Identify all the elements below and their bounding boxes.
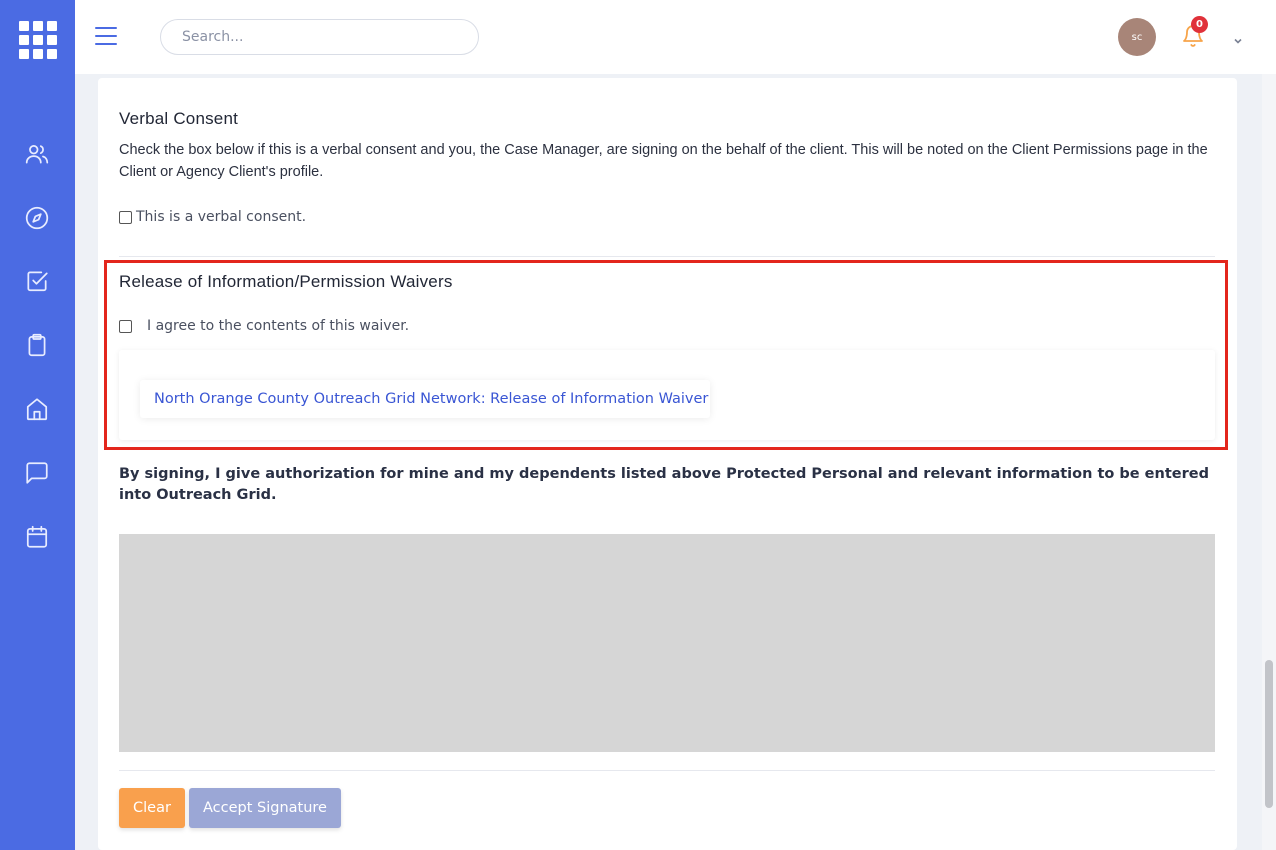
release-title: Release of Information/Permission Waiver… [119,272,453,291]
users-icon[interactable] [24,141,50,167]
clipboard-icon[interactable] [24,332,50,358]
verbal-consent-label: This is a verbal consent. [136,209,307,225]
checkbox-icon[interactable] [24,268,50,294]
waiver-document-link[interactable]: North Orange County Outreach Grid Networ… [140,380,710,418]
verbal-consent-checkbox[interactable] [119,211,132,224]
clear-button[interactable]: Clear [119,788,185,828]
avatar-initials: sc [1131,31,1143,43]
signature-pad[interactable] [119,534,1215,752]
search-input[interactable] [160,19,479,55]
avatar[interactable]: sc [1118,18,1156,56]
menu-toggle-icon[interactable] [95,27,117,45]
compass-icon[interactable] [24,205,50,231]
authorization-statement: By signing, I give authorization for min… [119,466,1209,503]
verbal-consent-description: Check the box below if this is a verbal … [119,142,1208,180]
home-icon[interactable] [24,396,50,422]
divider [119,770,1215,771]
chevron-down-icon[interactable] [1233,31,1243,44]
verbal-consent-title: Verbal Consent [119,109,239,128]
waiver-agree-label: I agree to the contents of this waiver. [147,318,410,334]
scrollbar-thumb[interactable] [1265,660,1273,808]
chat-icon[interactable] [24,460,50,486]
waiver-agree-checkbox[interactable] [119,320,132,333]
sidebar [0,0,75,850]
notification-count-badge: 0 [1191,16,1208,33]
consent-form-card: Verbal Consent Check the box below if th… [98,78,1237,850]
accept-signature-button[interactable]: Accept Signature [189,788,341,828]
apps-grid-icon[interactable] [19,21,57,59]
top-header: sc 0 [75,0,1276,74]
divider [119,256,1215,257]
calendar-icon[interactable] [24,524,50,550]
